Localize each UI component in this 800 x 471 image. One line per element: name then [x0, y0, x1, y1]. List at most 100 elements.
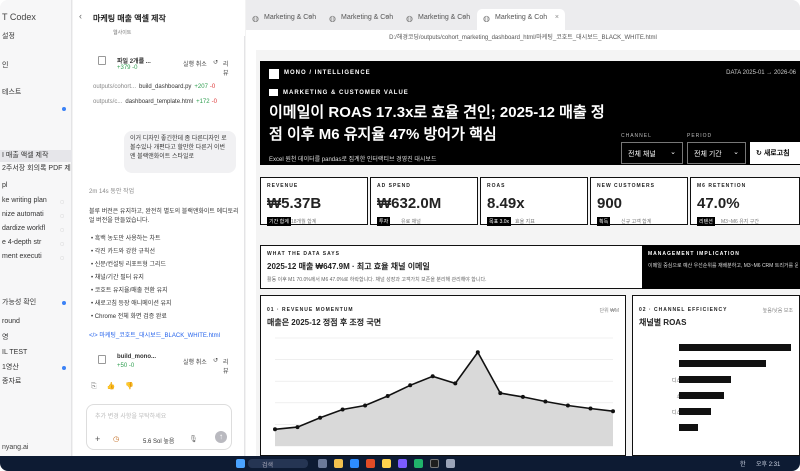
clock[interactable]: 오후 2:31 — [756, 459, 780, 468]
sidebar-item[interactable]: 영 — [0, 332, 72, 344]
sidebar-item[interactable]: nize automati ◌ — [0, 209, 72, 221]
app-icon[interactable] — [398, 459, 407, 468]
app-icon[interactable] — [414, 459, 423, 468]
composer-input[interactable]: 추가 변경 사항을 부탁하세요 — [95, 411, 166, 420]
address-bar[interactable]: D:/해경코딩/outputs/cohort_marketing_dashboa… — [246, 30, 800, 46]
sidebar-item[interactable]: e 4-depth str ◌ — [0, 237, 72, 249]
close-icon[interactable]: × — [308, 14, 312, 21]
chrome-icon[interactable] — [366, 459, 375, 468]
account-label[interactable]: nyang.ai — [2, 444, 28, 451]
sidebar-item[interactable]: dardize workfl ◌ — [0, 223, 72, 235]
file-card-diff: +50 -0 — [117, 363, 135, 369]
clock-icon[interactable]: ◷ — [113, 435, 119, 443]
kpi-card: ROAS 8.49x 목표 3.0x 효율 지표 — [480, 177, 588, 226]
task-view-icon[interactable] — [318, 459, 327, 468]
roas-bar[interactable] — [679, 392, 725, 399]
revenue-point[interactable] — [611, 409, 615, 414]
sidebar-item[interactable]: IL TEST — [0, 347, 72, 359]
revenue-point[interactable] — [498, 391, 503, 396]
kpi-value: 8.49x — [487, 195, 525, 212]
review-button[interactable]: 리뷰 — [223, 357, 233, 375]
refresh-button[interactable]: ↻ 새로고침 — [750, 142, 800, 164]
file-change-card-2: build_mono... +50 -0 실행 취소 ↺ 리뷰 — [93, 352, 233, 375]
channel-panel-title: 채널별 ROAS — [639, 318, 687, 327]
sidebar-item[interactable]: round — [0, 316, 72, 328]
close-icon[interactable]: × — [385, 14, 389, 21]
output-link[interactable]: </> 마케팅_코호트_대시보드_BLACK_WHITE.html — [89, 332, 220, 341]
sidebar-item[interactable]: I 매출 액셀 제작 — [0, 150, 72, 162]
sidebar-item[interactable]: 2주서장 회의록 PDF 제 — [0, 163, 72, 175]
sidebar-item[interactable] — [0, 103, 72, 115]
tab-3[interactable]: ◍ Marketing & Coh × — [400, 9, 472, 30]
sidebar-item[interactable]: ke writing plan ◌ — [0, 195, 72, 207]
revenue-point[interactable] — [318, 415, 323, 420]
sidebar-item[interactable]: 인 — [0, 60, 72, 72]
taskbar: 검색 한 오후 2:31 — [0, 456, 800, 471]
file-name: build_dashboard.py — [139, 84, 192, 90]
undo-icon[interactable]: ↺ — [213, 357, 218, 364]
edge-icon[interactable] — [350, 459, 359, 468]
revenue-point[interactable] — [520, 394, 525, 399]
period-select[interactable]: 전체 기간 ⌄ — [687, 142, 746, 164]
revenue-point[interactable] — [430, 374, 435, 379]
kakaotalk-icon[interactable] — [382, 459, 391, 468]
revenue-point[interactable] — [543, 399, 548, 404]
undo-button[interactable]: 실행 취소 — [183, 357, 207, 366]
close-icon[interactable]: × — [555, 14, 559, 21]
roas-bar[interactable] — [679, 424, 699, 431]
hero-subtitle: Excel 원천 데이터를 pandas로 집계한 인터랙티브 경영진 대시보드 — [269, 157, 437, 163]
sidebar-item[interactable]: pl — [0, 180, 72, 192]
undo-icon[interactable]: ↺ — [213, 59, 218, 66]
send-button[interactable]: ↑ — [215, 431, 227, 443]
sidebar-item[interactable]: 종자료 — [0, 376, 72, 388]
model-selector[interactable]: 5.6 Sol 높음 — [143, 436, 174, 445]
output-link-label[interactable]: 마케팅_코호트_대시보드_BLACK_WHITE.html — [99, 333, 220, 339]
file-icon — [98, 355, 106, 364]
revenue-point[interactable] — [565, 403, 570, 408]
roas-bar[interactable] — [679, 376, 731, 383]
message-actions[interactable]: ⎘ 👍 👎 — [91, 382, 138, 391]
file-row[interactable]: outputs/c... dashboard_template.html +172-… — [93, 99, 243, 105]
composer[interactable]: 추가 변경 사항을 부탁하세요 + ◷ 5.6 Sol 높음 🎙 ↑ — [86, 404, 232, 450]
kpi-label: REVENUE — [267, 183, 299, 189]
sidebar-item[interactable]: 설정 — [0, 31, 72, 43]
revenue-point[interactable] — [408, 383, 413, 388]
sidebar-item[interactable]: 1영산 — [0, 362, 72, 374]
chat-bubble-icon: ◌ — [59, 227, 64, 234]
start-icon[interactable] — [236, 459, 245, 468]
codex-icon[interactable] — [430, 459, 439, 468]
tab-4[interactable]: ◍ Marketing & Coh × — [477, 9, 565, 30]
revenue-point[interactable] — [340, 407, 345, 412]
period-label: PERIOD — [687, 133, 713, 139]
file-explorer-icon[interactable] — [334, 459, 343, 468]
mic-icon[interactable]: 🎙 — [189, 435, 198, 443]
tab-2[interactable]: ◍ Marketing & Coh × — [323, 9, 395, 30]
add-icon[interactable]: + — [95, 434, 100, 444]
roas-bar[interactable] — [679, 408, 712, 415]
review-button[interactable]: 리뷰 — [223, 59, 233, 77]
roas-bar[interactable] — [679, 344, 791, 351]
reply-bullet-text: 채널/기간 필터 유지 — [94, 275, 144, 281]
channel-select[interactable]: 전체 채널 ⌄ — [621, 142, 683, 164]
revenue-point[interactable] — [453, 381, 458, 386]
tab-1[interactable]: ◍ Marketing & Coh × — [246, 9, 318, 30]
revenue-point[interactable] — [475, 350, 480, 355]
revenue-point[interactable] — [588, 406, 593, 411]
sidebar-item[interactable]: 가능성 확인 — [0, 297, 72, 309]
back-arrow-icon[interactable]: ‹ — [79, 11, 82, 21]
file-row[interactable]: outputs/cohort... build_dashboard.py +207-… — [93, 84, 243, 90]
sidebar-item-label: 가능성 확인 — [2, 299, 37, 306]
taskbar-search[interactable]: 검색 — [248, 459, 308, 469]
sidebar-item[interactable]: ment executi ◌ — [0, 251, 72, 263]
undo-button[interactable]: 실행 취소 — [183, 59, 207, 68]
revenue-point[interactable] — [273, 427, 277, 432]
close-icon[interactable]: × — [462, 14, 466, 21]
sidebar-item[interactable]: 테스트 — [0, 87, 72, 99]
revenue-point[interactable] — [363, 403, 368, 408]
revenue-point[interactable] — [295, 425, 300, 430]
revenue-point[interactable] — [385, 394, 390, 398]
settings-icon[interactable] — [446, 459, 455, 468]
language-indicator[interactable]: 한 — [740, 459, 746, 468]
roas-bar[interactable] — [679, 360, 767, 367]
work-time[interactable]: 2m 14s 동안 작업 — [89, 188, 134, 197]
